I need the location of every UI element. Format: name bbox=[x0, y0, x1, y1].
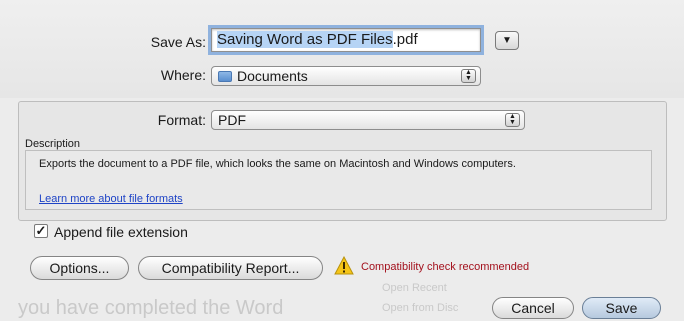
description-text: Exports the document to a PDF file, whic… bbox=[39, 158, 516, 170]
format-popup-button[interactable]: PDF ▲ ▼ bbox=[211, 110, 525, 130]
cancel-button[interactable]: Cancel bbox=[492, 297, 574, 319]
append-extension-checkbox[interactable]: ✓ bbox=[34, 224, 48, 238]
filename-extension: .pdf bbox=[392, 31, 418, 48]
compatibility-report-button[interactable]: Compatibility Report... bbox=[138, 256, 323, 280]
warning-icon bbox=[334, 256, 354, 275]
checkmark-icon: ✓ bbox=[35, 223, 47, 238]
save-button[interactable]: Save bbox=[582, 297, 661, 319]
filename-input[interactable]: Saving Word as PDF Files.pdf bbox=[208, 25, 484, 55]
filename-selected-text: Saving Word as PDF Files bbox=[217, 31, 393, 48]
popup-arrows-icon: ▲ ▼ bbox=[461, 69, 476, 83]
append-extension-label[interactable]: Append file extension bbox=[54, 224, 188, 240]
folder-icon bbox=[218, 71, 232, 82]
save-as-label: Save As: bbox=[150, 34, 206, 50]
where-label: Where: bbox=[160, 67, 206, 83]
where-value: Documents bbox=[237, 68, 308, 84]
description-heading: Description bbox=[25, 138, 81, 150]
background-menu-item: Open Recent bbox=[382, 282, 447, 294]
background-document-text: you have completed the Word bbox=[18, 297, 284, 319]
format-value: PDF bbox=[218, 112, 246, 128]
learn-more-link[interactable]: Learn more about file formats bbox=[39, 193, 183, 205]
popup-arrows-icon: ▲ ▼ bbox=[505, 113, 520, 127]
background-menu-item: Open from Disc bbox=[382, 302, 459, 314]
where-popup-button[interactable]: Documents ▲ ▼ bbox=[211, 66, 481, 86]
options-button[interactable]: Options... bbox=[30, 256, 129, 280]
expand-dialog-button[interactable]: ▼ bbox=[495, 31, 519, 50]
triangle-down-icon: ▼ bbox=[502, 35, 512, 46]
compatibility-warning-text: Compatibility check recommended bbox=[361, 261, 530, 273]
format-label: Format: bbox=[157, 112, 206, 128]
